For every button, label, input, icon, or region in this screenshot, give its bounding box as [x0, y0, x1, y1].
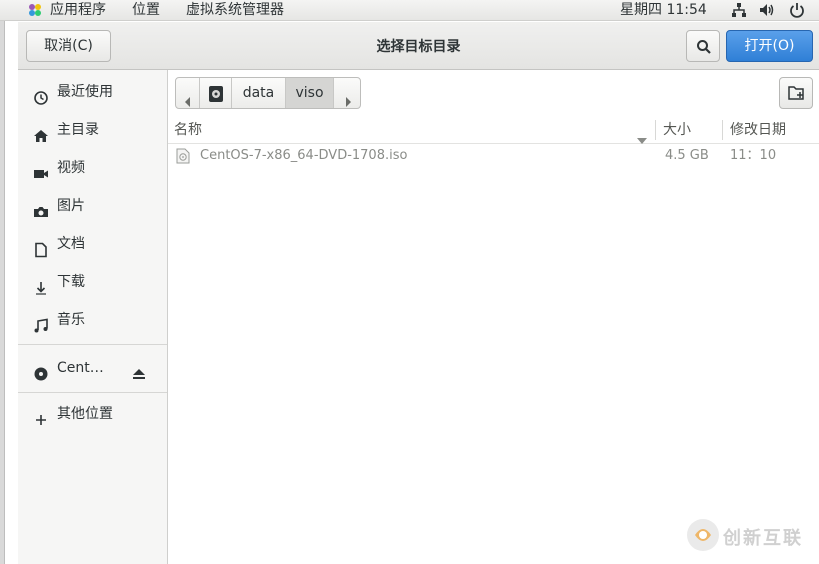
- watermark-logo: 创新互联: [685, 514, 815, 556]
- background-window-edge: [0, 0, 5, 564]
- menu-virt-manager[interactable]: 虚拟系统管理器: [186, 0, 284, 20]
- sidebar-item-device[interactable]: Cent…: [18, 351, 167, 385]
- power-icon[interactable]: [789, 2, 805, 24]
- sidebar-item-label: 视频: [57, 160, 85, 176]
- open-button[interactable]: 打开(O): [726, 30, 813, 62]
- network-icon[interactable]: [731, 2, 747, 24]
- path-bar: data viso: [175, 77, 361, 109]
- path-segment-viso[interactable]: viso: [286, 78, 334, 108]
- sidebar-item-recent[interactable]: 最近使用: [18, 75, 167, 109]
- sidebar-item-home[interactable]: 主目录: [18, 113, 167, 147]
- chevron-left-icon: [184, 88, 192, 108]
- eject-icon[interactable]: [131, 361, 147, 395]
- home-icon: [33, 123, 49, 142]
- sidebar-item-label: 下载: [57, 274, 85, 290]
- sidebar-item-label: 文档: [57, 236, 85, 252]
- applications-logo-icon: [27, 2, 43, 24]
- sidebar-item-downloads[interactable]: 下载: [18, 265, 167, 299]
- places-sidebar: 最近使用 主目录 视频 图片 文档 下载 音乐 Cent… 其他位置: [18, 70, 168, 564]
- menu-places[interactable]: 位置: [132, 0, 160, 20]
- file-name: CentOS-7-x86_64-DVD-1708.iso: [200, 148, 408, 163]
- path-scroll-right-button[interactable]: [334, 78, 360, 108]
- sidebar-item-label: 主目录: [57, 122, 99, 138]
- dialog-header: 取消(C) 选择目标目录 打开(O): [18, 22, 819, 70]
- music-icon: [33, 313, 49, 333]
- sidebar-item-label: 最近使用: [57, 84, 113, 100]
- file-size: 4.5 GB: [665, 148, 709, 163]
- path-segment-data[interactable]: data: [232, 78, 286, 108]
- file-modified: 11：10: [730, 148, 777, 163]
- clock[interactable]: 星期四 11:54: [620, 0, 707, 20]
- column-header-modified[interactable]: 修改日期: [730, 117, 786, 143]
- disc-image-file-icon: [176, 148, 190, 173]
- search-icon: [696, 39, 712, 59]
- file-row[interactable]: CentOS-7-x86_64-DVD-1708.iso 4.5 GB 11：1…: [168, 144, 819, 168]
- watermark-text: 创新互联: [723, 528, 803, 549]
- sidebar-item-label: 音乐: [57, 312, 85, 328]
- sidebar-item-label: Cent…: [57, 360, 104, 376]
- top-panel: 应用程序 位置 虚拟系统管理器 星期四 11:54: [0, 0, 819, 21]
- sidebar-item-videos[interactable]: 视频: [18, 151, 167, 185]
- clock-icon: [33, 85, 49, 105]
- column-divider[interactable]: [655, 120, 656, 140]
- new-folder-button[interactable]: [779, 77, 813, 109]
- column-header-size[interactable]: 大小: [663, 117, 691, 143]
- document-icon: [33, 237, 49, 258]
- sidebar-divider: [18, 392, 167, 393]
- file-list-header: 名称 大小 修改日期: [168, 117, 819, 144]
- column-header-name[interactable]: 名称: [174, 117, 202, 143]
- sidebar-item-music[interactable]: 音乐: [18, 303, 167, 337]
- menu-applications[interactable]: 应用程序: [50, 0, 106, 20]
- plus-icon: [33, 407, 49, 425]
- sidebar-divider: [18, 344, 167, 345]
- disc-icon: [33, 361, 49, 381]
- camera-icon: [33, 199, 49, 217]
- download-icon: [33, 275, 49, 295]
- video-icon: [33, 161, 49, 178]
- new-folder-icon: [788, 85, 806, 105]
- sidebar-item-documents[interactable]: 文档: [18, 227, 167, 261]
- cancel-button[interactable]: 取消(C): [26, 30, 111, 62]
- search-button[interactable]: [686, 30, 720, 62]
- volume-icon[interactable]: [759, 2, 775, 24]
- drive-icon: [208, 84, 224, 108]
- path-root-button[interactable]: [200, 78, 232, 108]
- sidebar-item-pictures[interactable]: 图片: [18, 189, 167, 223]
- column-divider[interactable]: [722, 120, 723, 140]
- chevron-right-icon: [344, 88, 352, 108]
- sidebar-item-label: 图片: [57, 198, 85, 214]
- sidebar-item-label: 其他位置: [57, 406, 113, 422]
- sidebar-item-other-locations[interactable]: 其他位置: [18, 397, 167, 431]
- path-scroll-left-button[interactable]: [176, 78, 200, 108]
